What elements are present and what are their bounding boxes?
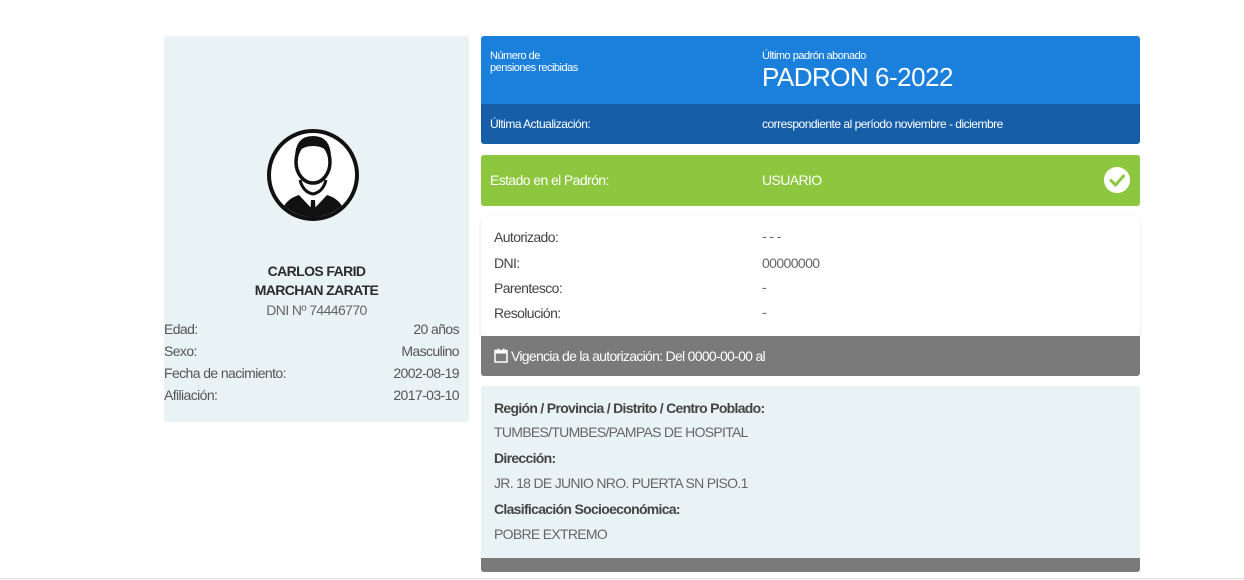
ubicacion-footer-bar [481, 558, 1140, 572]
profile-row-nacimiento: Fecha de nacimiento: 2002-08-19 [164, 365, 469, 385]
estado-label: Estado en el Padrón: [490, 172, 609, 188]
autorizacion-panel: Autorizado: - - - DNI: 00000000 Parentes… [481, 216, 1140, 336]
vigencia-panel: Vigencia de la autorización: Del 0000-00… [481, 336, 1140, 376]
profile-first-name: CARLOS FARID [267, 263, 366, 279]
clasificacion-value: POBRE EXTREMO [494, 526, 608, 542]
profile-last-name: MARCHAN ZARATE [254, 282, 379, 298]
field-value: 20 años [413, 321, 459, 337]
calendar-icon [494, 348, 508, 363]
profile-row-sexo: Sexo: Masculino [164, 343, 469, 363]
direccion-label: Dirección: [494, 450, 556, 466]
region-value: TUMBES/TUMBES/PAMPAS DE HOSPITAL [494, 424, 748, 440]
estado-panel: Estado en el Padrón: USUARIO [481, 155, 1140, 206]
direccion-value: JR. 18 DE JUNIO NRO. PUERTA SN PISO.1 [494, 475, 748, 491]
profile-row-afiliacion: Afiliación: 2017-03-10 [164, 387, 469, 407]
field-value: Masculino [401, 343, 459, 359]
autorizado-label: Autorizado: [494, 229, 559, 245]
padron-header-panel: Número de pensiones recibidas Último pad… [481, 36, 1140, 104]
profile-card: CARLOS FARID MARCHAN ZARATE DNI Nº 74446… [164, 36, 469, 422]
parentesco-value: - [762, 279, 767, 295]
field-label: Afiliación: [164, 387, 218, 403]
field-value: 2002-08-19 [393, 365, 459, 381]
clasificacion-label: Clasificación Socioeconómica: [494, 501, 681, 517]
dni-value: 00000000 [762, 255, 820, 271]
last-padron-label: Último padrón abonado [762, 50, 866, 62]
vigencia-text: Vigencia de la autorización: Del 0000-00… [511, 348, 766, 364]
ubicacion-panel: Región / Provincia / Distrito / Centro P… [481, 386, 1140, 560]
user-silhouette-icon [267, 129, 359, 221]
field-value: 2017-03-10 [393, 387, 459, 403]
resolucion-label: Resolución: [494, 305, 561, 321]
resolucion-value: - [762, 304, 767, 320]
field-label: Sexo: [164, 343, 197, 359]
page-divider [0, 578, 1244, 579]
estado-value: USUARIO [762, 172, 822, 188]
profile-dni: DNI Nº 74446770 [266, 302, 367, 318]
region-label: Región / Provincia / Distrito / Centro P… [494, 400, 765, 416]
profile-row-edad: Edad: 20 años [164, 321, 469, 341]
field-label: Fecha de nacimiento: [164, 365, 286, 381]
pensions-label-line2: pensiones recibidas [490, 62, 578, 74]
last-padron-value: PADRON 6-2022 [762, 62, 954, 92]
field-label: Edad: [164, 321, 198, 337]
update-value: correspondiente al período noviembre - d… [762, 117, 1003, 131]
autorizado-value: - - - [762, 228, 781, 244]
dni-label: DNI: [494, 255, 520, 271]
update-panel: Última Actualización: correspondiente al… [481, 104, 1140, 144]
pensions-label-line1: Número de [490, 50, 540, 62]
check-circle-icon [1104, 167, 1130, 193]
update-label: Última Actualización: [490, 117, 591, 131]
parentesco-label: Parentesco: [494, 280, 563, 296]
